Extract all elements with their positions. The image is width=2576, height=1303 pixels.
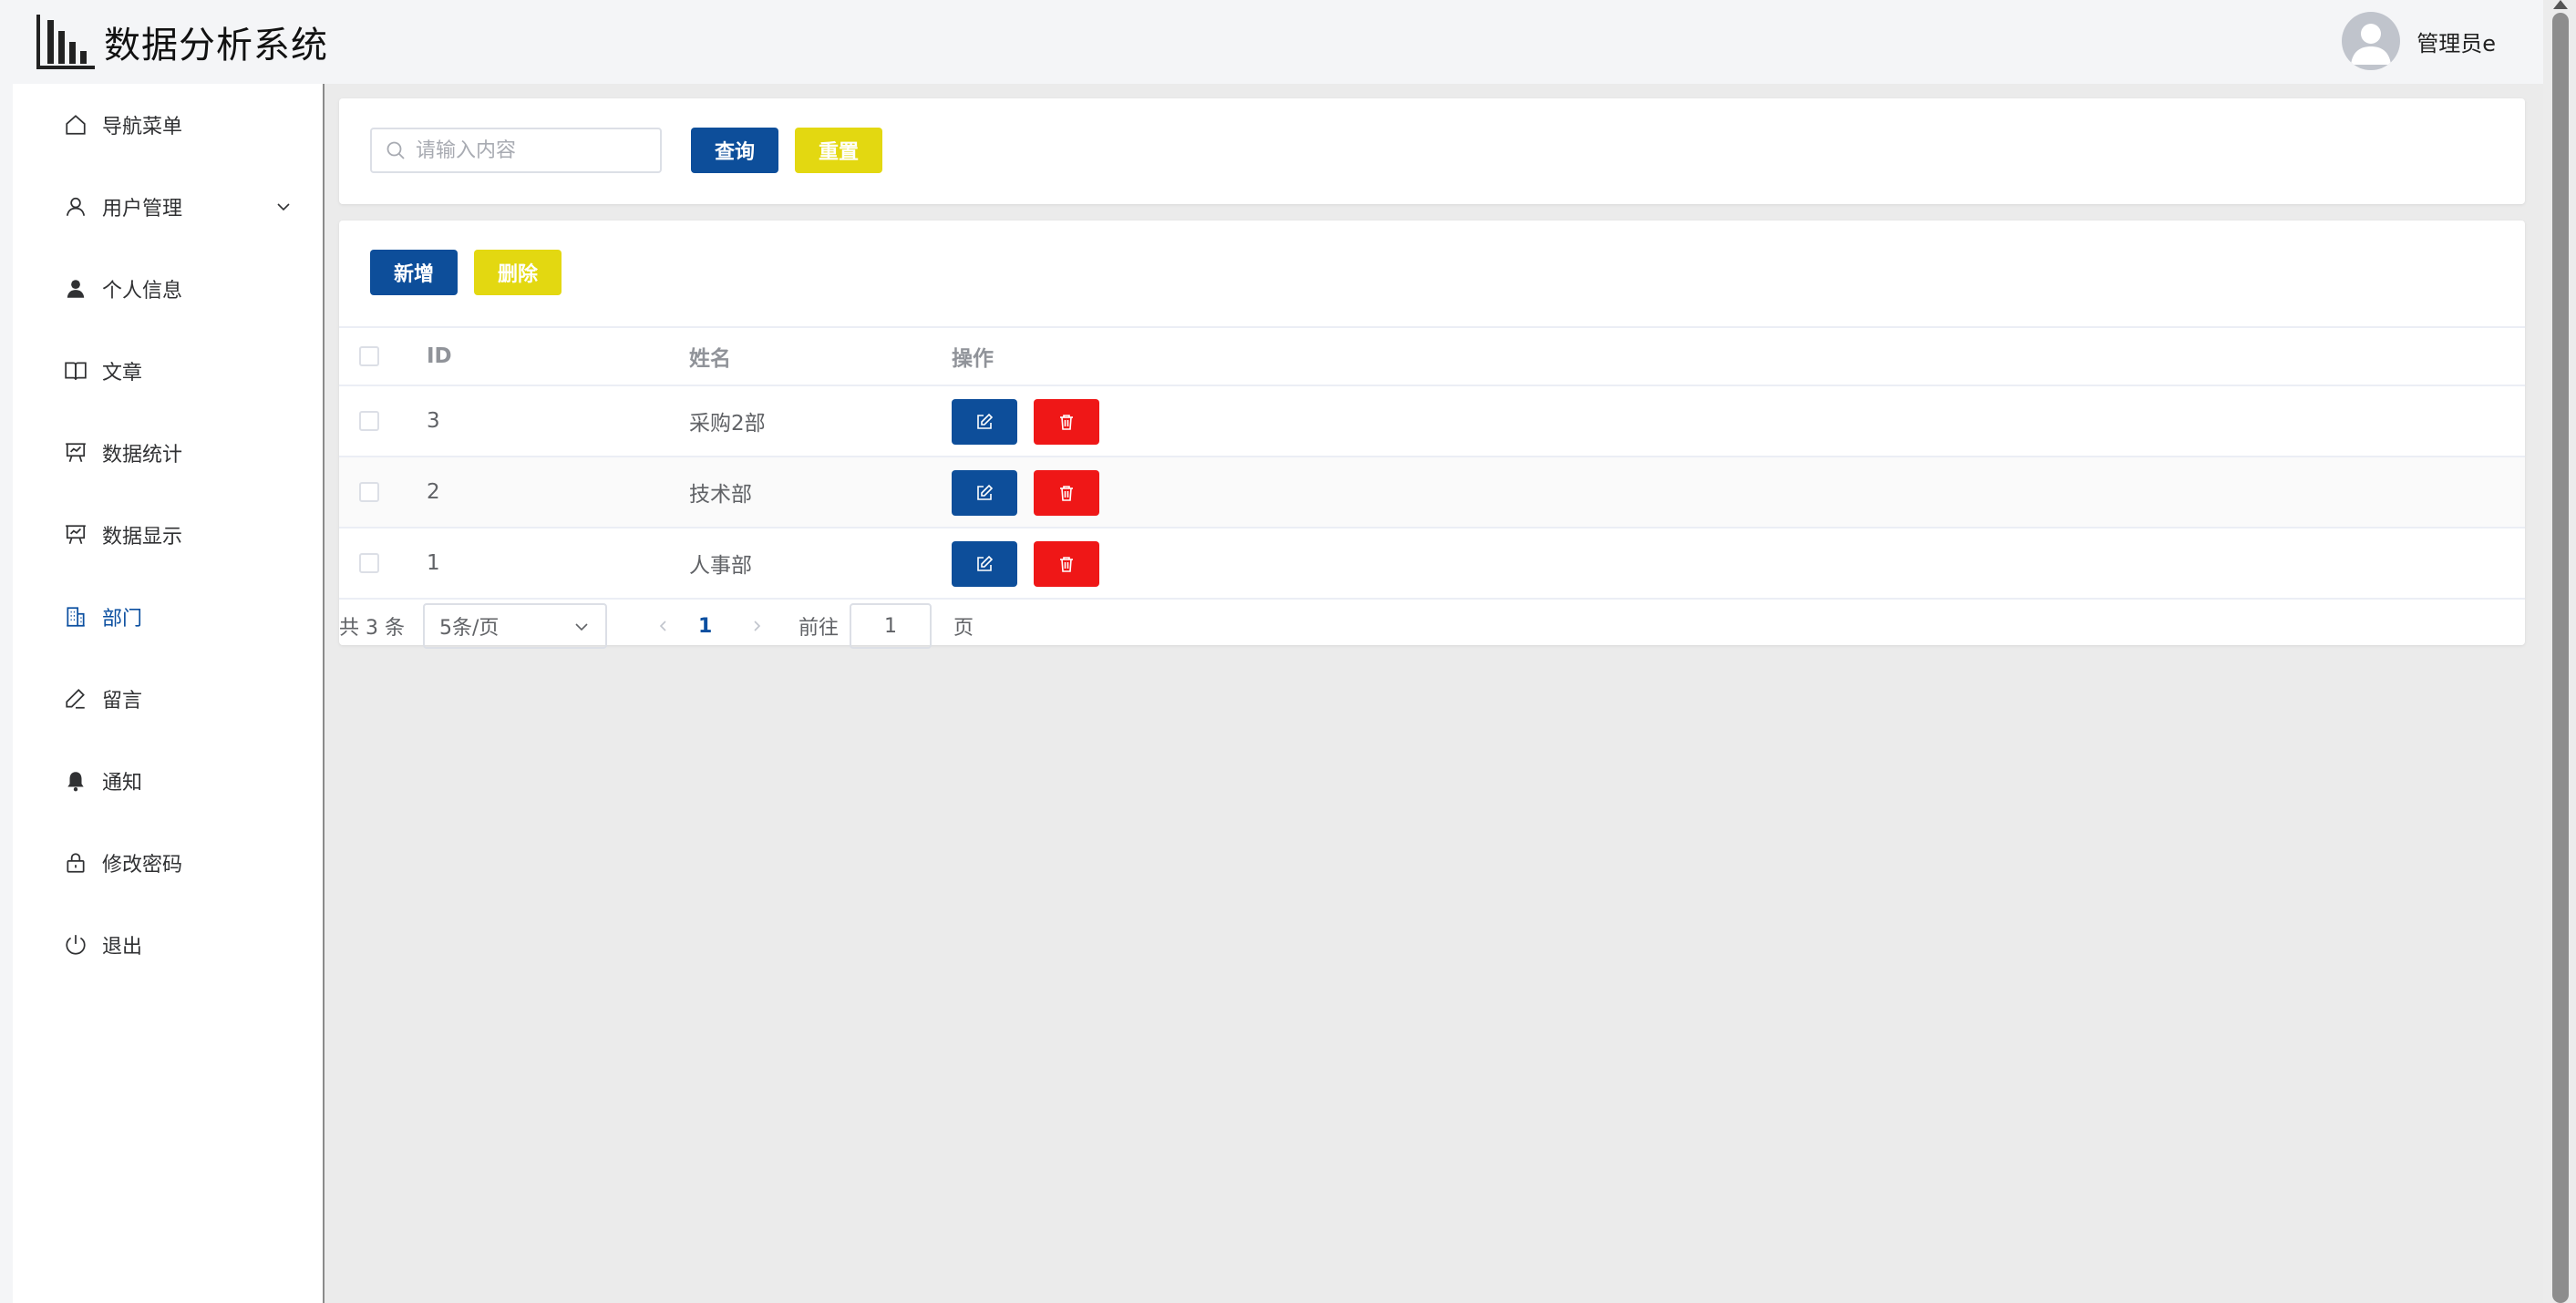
user-menu[interactable]: 管理员e — [2342, 9, 2496, 73]
sidebar-item-label: 文章 — [102, 362, 143, 385]
sidebar-item-messages[interactable]: 留言 — [13, 658, 323, 740]
edit-button[interactable] — [952, 399, 1017, 445]
trash-icon — [1060, 557, 1073, 572]
trash-icon — [1060, 415, 1073, 430]
main-content: 查询 重置 新增 删除 ID 姓名 操作 3 采购2部 — [325, 84, 2543, 1303]
table-header-row: ID 姓名 操作 — [339, 328, 2525, 386]
scrollbar-thumb[interactable] — [2552, 13, 2569, 1303]
top-header: 数据分析系统 管理员e — [0, 0, 2543, 84]
sidebar-item-user-management[interactable]: 用户管理 — [13, 166, 323, 248]
sidebar-item-nav-menu[interactable]: 导航菜单 — [13, 84, 323, 166]
sidebar-item-change-password[interactable]: 修改密码 — [13, 822, 323, 904]
edit-button[interactable] — [952, 541, 1017, 587]
add-button[interactable]: 新增 — [370, 250, 458, 295]
sidebar-item-label: 部门 — [102, 608, 143, 631]
row-id: 3 — [427, 409, 440, 433]
batch-delete-button[interactable]: 删除 — [474, 250, 562, 295]
page-unit-label: 页 — [953, 617, 974, 640]
row-name: 技术部 — [689, 483, 752, 507]
edit-button[interactable] — [952, 470, 1017, 516]
user-avatar-icon — [2351, 24, 2392, 65]
search-icon — [386, 141, 405, 159]
book-icon — [64, 359, 88, 383]
scroll-up-arrow-icon[interactable] — [2553, 0, 2568, 9]
row-id: 2 — [427, 480, 440, 504]
sidebar-item-label: 导航菜单 — [102, 116, 183, 139]
row-checkbox[interactable] — [359, 482, 379, 502]
table-card: 新增 删除 ID 姓名 操作 3 采购2部 2 技术部 1 人事部 共 3 条 … — [339, 221, 2525, 649]
edit-pen-icon — [64, 687, 88, 711]
page-number-current[interactable]: 1 — [698, 603, 712, 649]
office-building-icon — [64, 605, 88, 629]
goto-page-input[interactable]: 1 — [850, 603, 932, 649]
column-header-actions: 操作 — [952, 347, 994, 371]
sidebar: 导航菜单 用户管理 个人信息 文章 数据统计 数据显示 部门 留言 通知 修改密… — [13, 84, 325, 1303]
search-card: 查询 重置 — [339, 98, 2525, 204]
sidebar-item-profile[interactable]: 个人信息 — [13, 248, 323, 330]
avatar[interactable] — [2342, 12, 2401, 70]
sidebar-item-data-stats[interactable]: 数据统计 — [13, 412, 323, 494]
row-name: 人事部 — [689, 554, 752, 578]
chevron-down-icon[interactable] — [275, 199, 292, 215]
bar-chart-logo-icon — [36, 15, 95, 69]
goto-label: 前往 — [799, 617, 840, 640]
lock-icon — [64, 851, 88, 875]
row-id: 1 — [427, 551, 440, 575]
sidebar-item-label: 修改密码 — [102, 854, 183, 877]
user-name[interactable]: 管理员e — [2416, 26, 2496, 57]
select-all-checkbox[interactable] — [359, 346, 379, 366]
column-header-name[interactable]: 姓名 — [689, 328, 731, 385]
page-size-value: 5条/页 — [439, 617, 500, 640]
row-checkbox[interactable] — [359, 553, 379, 573]
home-icon — [64, 113, 88, 137]
page-size-select[interactable]: 5条/页 — [423, 603, 607, 649]
data-board-icon — [64, 523, 88, 547]
search-input-wrapper[interactable] — [370, 128, 662, 173]
row-checkbox[interactable] — [359, 411, 379, 431]
sidebar-item-articles[interactable]: 文章 — [13, 330, 323, 412]
data-board-icon — [64, 441, 88, 465]
edit-icon — [977, 555, 994, 571]
power-icon — [64, 933, 88, 957]
table-row[interactable]: 3 采购2部 — [339, 386, 2525, 457]
sidebar-item-label: 退出 — [102, 936, 143, 959]
sidebar-item-logout[interactable]: 退出 — [13, 904, 323, 986]
sidebar-item-department[interactable]: 部门 — [13, 576, 323, 658]
row-name: 采购2部 — [689, 412, 766, 436]
trash-icon — [1060, 486, 1073, 501]
sidebar-item-label: 用户管理 — [102, 198, 183, 221]
window-left-edge — [0, 0, 13, 1303]
query-button[interactable]: 查询 — [691, 128, 778, 173]
user-filled-icon — [64, 277, 88, 301]
app-title: 数据分析系统 — [104, 25, 328, 67]
sidebar-item-label: 数据统计 — [102, 444, 183, 467]
sidebar-item-label: 数据显示 — [102, 526, 183, 549]
sidebar-item-label: 留言 — [102, 690, 143, 713]
edit-icon — [977, 484, 994, 500]
pagination-total: 共 3 条 — [339, 617, 405, 640]
sidebar-item-label: 通知 — [102, 772, 143, 795]
bell-filled-icon — [64, 769, 88, 793]
pagination: 共 3 条 5条/页 1 前往 1 页 — [339, 603, 2525, 649]
reset-button[interactable]: 重置 — [795, 128, 882, 173]
delete-button[interactable] — [1034, 541, 1099, 587]
prev-page-icon[interactable] — [653, 615, 675, 637]
column-header-id[interactable]: ID — [427, 328, 452, 385]
sidebar-item-notifications[interactable]: 通知 — [13, 740, 323, 822]
table-row[interactable]: 2 技术部 — [339, 457, 2525, 528]
data-table: ID 姓名 操作 3 采购2部 2 技术部 1 人事部 — [339, 328, 2525, 600]
chevron-down-icon — [575, 623, 588, 631]
user-icon — [64, 195, 88, 219]
delete-button[interactable] — [1034, 470, 1099, 516]
sidebar-item-label: 个人信息 — [102, 280, 183, 303]
search-input[interactable] — [416, 139, 653, 162]
delete-button[interactable] — [1034, 399, 1099, 445]
sidebar-item-data-display[interactable]: 数据显示 — [13, 494, 323, 576]
table-row[interactable]: 1 人事部 — [339, 528, 2525, 600]
logo: 数据分析系统 — [33, 7, 328, 77]
edit-icon — [977, 413, 994, 429]
next-page-icon[interactable] — [746, 615, 768, 637]
page-scrollbar[interactable] — [2543, 0, 2576, 1303]
